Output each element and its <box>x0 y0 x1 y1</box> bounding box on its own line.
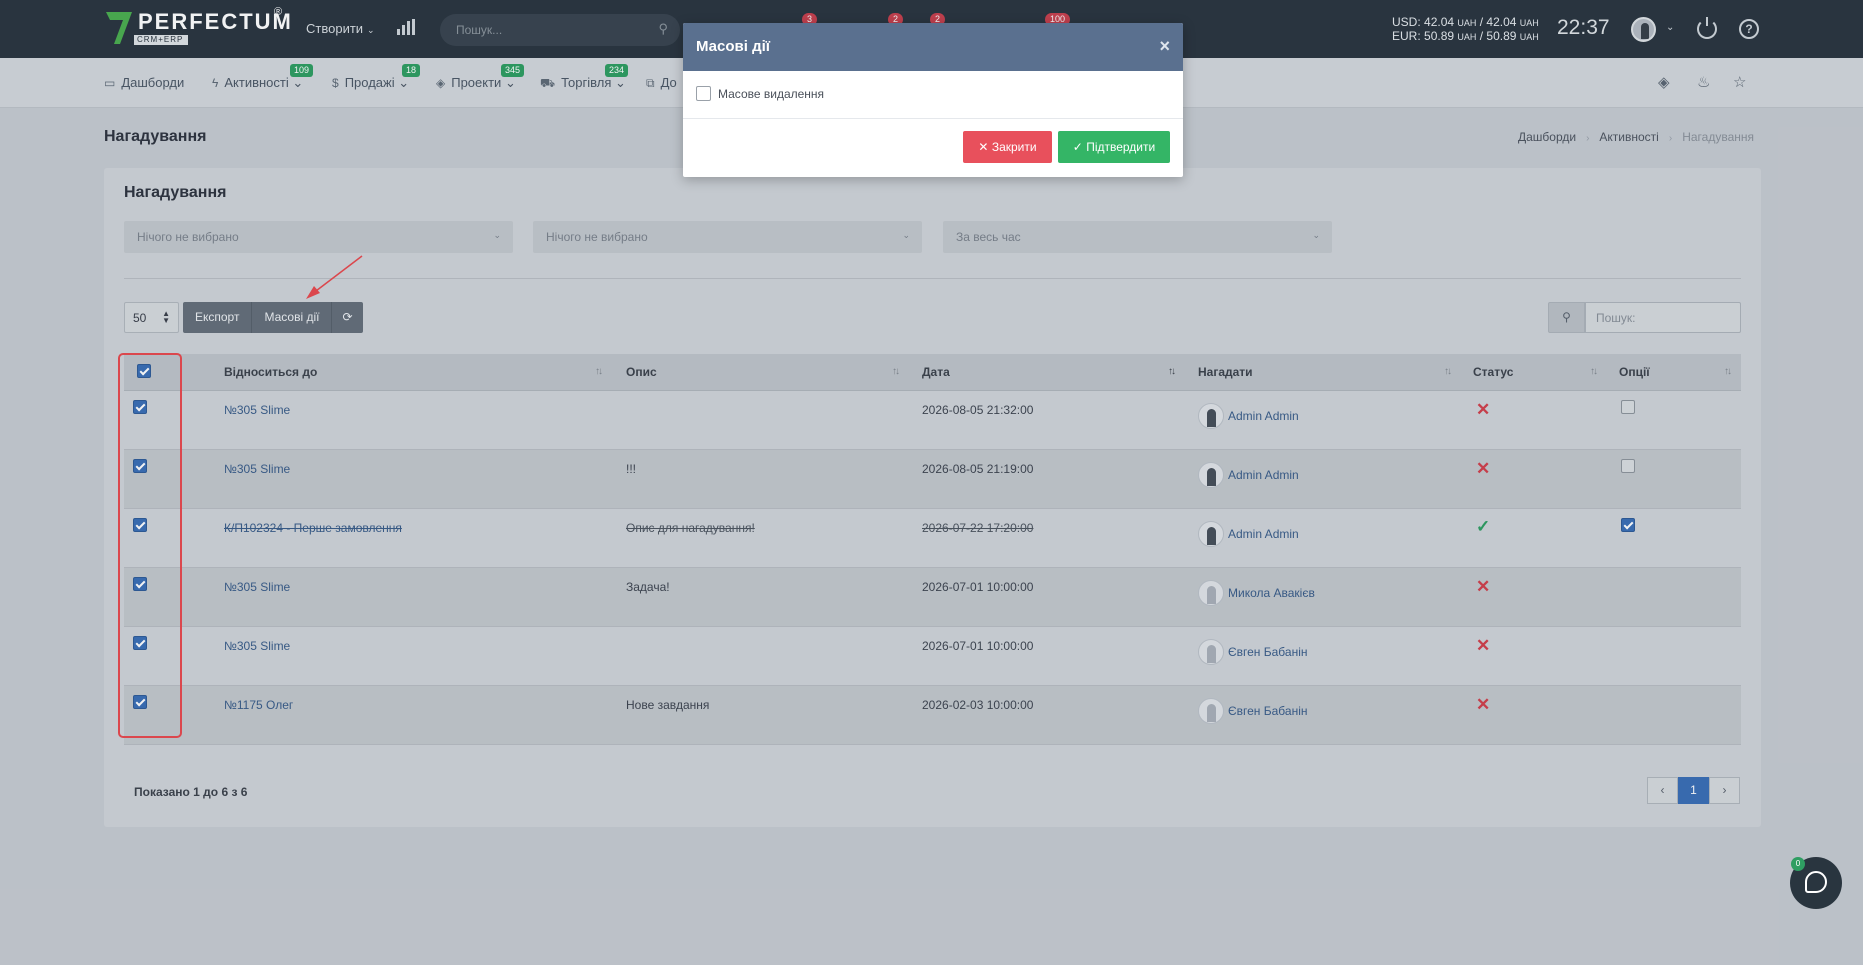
chat-icon <box>1805 871 1827 893</box>
confirm-button[interactable]: ✓ Підтвердити <box>1058 131 1170 163</box>
modal-body: Масове видалення <box>683 71 1183 119</box>
close-icon: ✕ <box>978 140 989 154</box>
chat-badge: 0 <box>1791 857 1805 871</box>
close-icon[interactable]: × <box>1159 36 1170 57</box>
mass-actions-modal: Масові дії × Масове видалення ✕ Закрити … <box>683 23 1183 177</box>
mass-delete-checkbox[interactable] <box>696 86 711 101</box>
mass-delete-label[interactable]: Масове видалення <box>718 87 824 101</box>
check-icon: ✓ <box>1072 140 1083 154</box>
close-button[interactable]: ✕ Закрити <box>963 131 1052 163</box>
modal-title: Масові дії <box>696 38 770 55</box>
modal-header: Масові дії × <box>683 23 1183 71</box>
